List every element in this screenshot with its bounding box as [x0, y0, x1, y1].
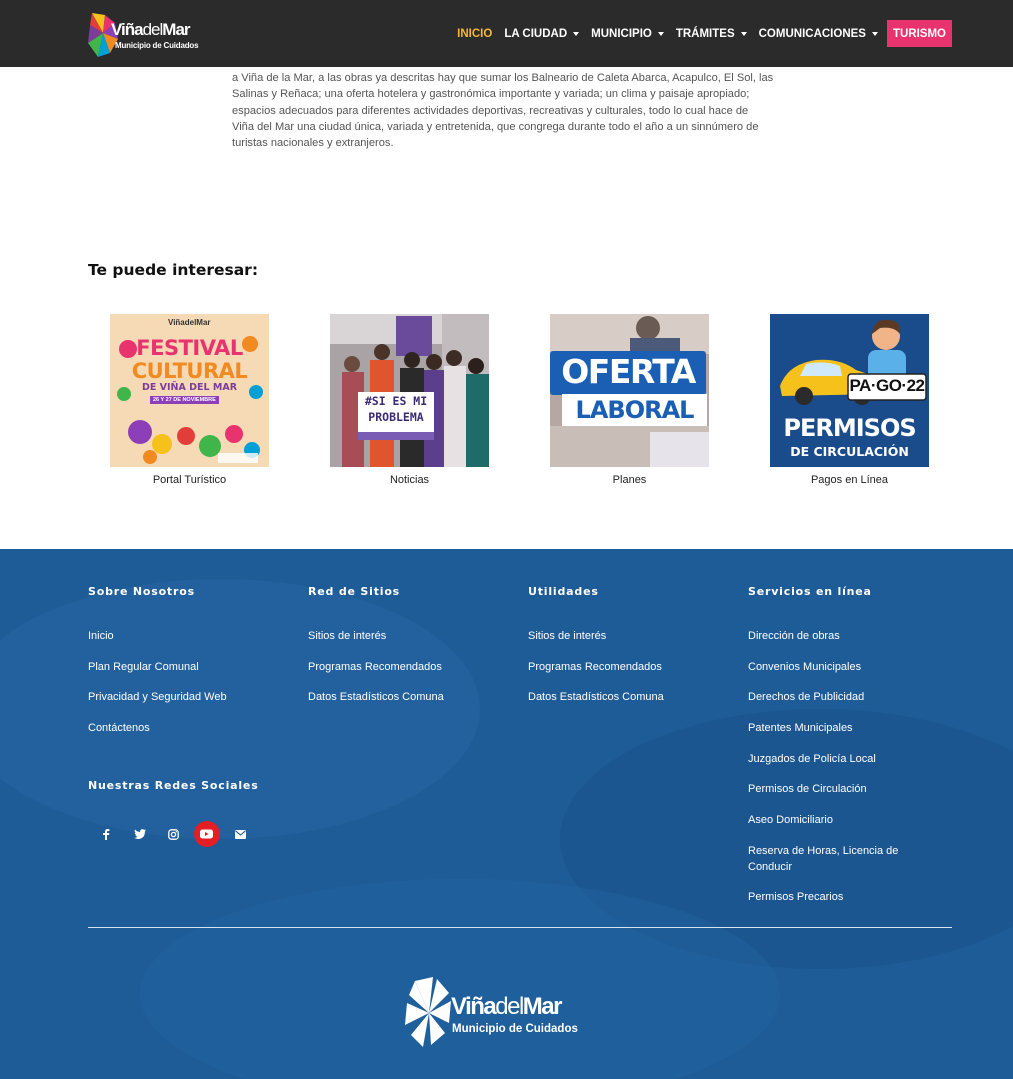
instagram-icon[interactable] [160, 821, 186, 847]
sign-text-line1: #SI ES MI [364, 394, 428, 408]
card-noticias[interactable]: #SI ES MI PROBLEMA Noticias [330, 314, 489, 486]
footer-link-privacidad[interactable]: Privacidad y Seguridad Web [88, 689, 227, 705]
footer-link-aseo[interactable]: Aseo Domiciliario [748, 812, 833, 828]
main-nav: INICIO LA CIUDAD MUNICIPIO TRÁMITES COMU… [445, 20, 952, 47]
footer-link-reserva-horas[interactable]: Reserva de Horas, Licencia de Conducir [748, 843, 928, 875]
site-logo[interactable]: ViñadelMar Municipio de Cuidados [88, 9, 218, 61]
logo-subtitle: Municipio de Cuidados [115, 41, 199, 50]
festival-date: 26 Y 27 DE NOVIEMBRE [150, 396, 219, 404]
nav-comunicaciones[interactable]: COMUNICACIONES [759, 28, 878, 40]
oferta-line2: LABORAL [575, 396, 695, 424]
footer-link-inicio[interactable]: Inicio [88, 628, 114, 644]
footer-link-permisos-precarios[interactable]: Permisos Precarios [748, 889, 843, 905]
intro-line: Salinas y Reñaca; una oferta hotelera y … [232, 88, 750, 101]
interest-section-title: Te puede interesar: [88, 261, 259, 279]
caret-down-icon [740, 31, 747, 36]
intro-line: Viña del Mar una ciudad única, variada y… [232, 120, 759, 133]
social-icons [93, 821, 261, 847]
footer-link-plan-regular[interactable]: Plan Regular Comunal [88, 659, 199, 675]
nav-la-ciudad[interactable]: LA CIUDAD [504, 28, 580, 40]
footer-logo[interactable]: ViñadelMar Municipio de Cuidados [405, 973, 605, 1055]
footer-link-programas[interactable]: Programas Recomendados [308, 659, 442, 675]
festival-logo-text: ViñadelMar [168, 318, 211, 327]
footer-link-publicidad[interactable]: Derechos de Publicidad [748, 689, 864, 705]
noticias-people-illustration [330, 314, 489, 467]
footer-link-direccion-obras[interactable]: Dirección de obras [748, 628, 840, 644]
card-pagos-en-linea[interactable]: PA·GO·22 PERMISOS DE CIRCULACIÓN Pagos e… [770, 314, 929, 486]
intro-paragraph: a Viña de la Mar, a las obras ya descrit… [232, 70, 807, 151]
intro-line: a Viña de la Mar, a las obras ya descrit… [232, 72, 774, 84]
permisos-circulacion-image: PA·GO·22 PERMISOS DE CIRCULACIÓN [770, 314, 929, 467]
card-planes[interactable]: OFERTA LABORAL Planes [550, 314, 709, 486]
card-caption: Noticias [389, 474, 430, 486]
intro-line: espacios adecuados para diferentes activ… [232, 104, 749, 117]
noticias-photo: #SI ES MI PROBLEMA [330, 314, 489, 467]
festival-cultural-image: ViñadelMar FESTIVAL CULTURAL DE VIÑA DEL… [110, 314, 269, 467]
caret-down-icon [657, 31, 664, 36]
card-caption: Pagos en Línea [810, 474, 889, 486]
twitter-icon[interactable] [127, 821, 153, 847]
footer-link-patentes[interactable]: Patentes Municipales [748, 720, 853, 736]
nav-turismo-button[interactable]: TURISMO [886, 20, 952, 47]
nav-tramites[interactable]: TRÁMITES [676, 28, 747, 40]
facebook-icon[interactable] [93, 821, 119, 847]
footer-services-title: Servicios en línea [748, 585, 872, 598]
intro-line: turistas nacionales y extranjeros. [232, 137, 394, 150]
footer-link-sitios-interes[interactable]: Sitios de interés [528, 628, 606, 644]
nav-inicio[interactable]: INICIO [457, 28, 492, 40]
footer-utils-title: Utilidades [528, 585, 599, 598]
card-caption: Planes [612, 474, 647, 486]
top-navbar: ViñadelMar Municipio de Cuidados INICIO … [0, 0, 1013, 67]
license-plate-text: PA·GO·22 [849, 376, 925, 395]
oferta-laboral-image: OFERTA LABORAL [550, 314, 709, 467]
footer-logo-subtitle: Municipio de Cuidados [452, 1023, 578, 1035]
card-portal-turistico[interactable]: ViñadelMar FESTIVAL CULTURAL DE VIÑA DEL… [110, 314, 269, 486]
festival-title-line2: CULTURAL [131, 359, 248, 383]
oferta-line1: OFERTA [561, 352, 696, 391]
footer-social-title: Nuestras Redes Sociales [88, 779, 259, 792]
footer-link-datos[interactable]: Datos Estadísticos Comuna [528, 689, 664, 705]
festival-title-line1: FESTIVAL [136, 336, 243, 360]
permisos-line2: DE CIRCULACIÓN [790, 444, 909, 459]
footer-texture [0, 579, 480, 839]
site-footer: Sobre Nosotros Inicio Plan Regular Comun… [0, 549, 1013, 1079]
caret-down-icon [573, 31, 580, 36]
footer-logo-wordmark: ViñadelMar [451, 993, 562, 1020]
footer-link-programas[interactable]: Programas Recomendados [528, 659, 662, 675]
sign-text-line2: PROBLEMA [368, 410, 424, 424]
caret-down-icon [871, 31, 878, 36]
logo-wordmark: ViñadelMar [111, 20, 191, 39]
footer-link-permisos-circulacion[interactable]: Permisos de Circulación [748, 781, 867, 797]
footer-link-contactenos[interactable]: Contáctenos [88, 720, 150, 736]
festival-title-line3: DE VIÑA DEL MAR [141, 382, 238, 393]
card-caption: Portal Turístico [152, 474, 227, 486]
footer-link-convenios[interactable]: Convenios Municipales [748, 659, 861, 675]
footer-sites-title: Red de Sitios [308, 585, 401, 598]
nav-municipio[interactable]: MUNICIPIO [591, 28, 664, 40]
permisos-line1: PERMISOS [783, 414, 916, 442]
footer-logo-flower-icon [405, 977, 451, 1047]
footer-link-juzgados[interactable]: Juzgados de Policía Local [748, 751, 876, 767]
youtube-icon[interactable] [193, 821, 220, 847]
email-icon[interactable] [227, 821, 253, 847]
footer-divider [88, 927, 952, 928]
footer-link-sitios-interes[interactable]: Sitios de interés [308, 628, 386, 644]
footer-link-datos[interactable]: Datos Estadísticos Comuna [308, 689, 444, 705]
footer-about-title: Sobre Nosotros [88, 585, 195, 598]
